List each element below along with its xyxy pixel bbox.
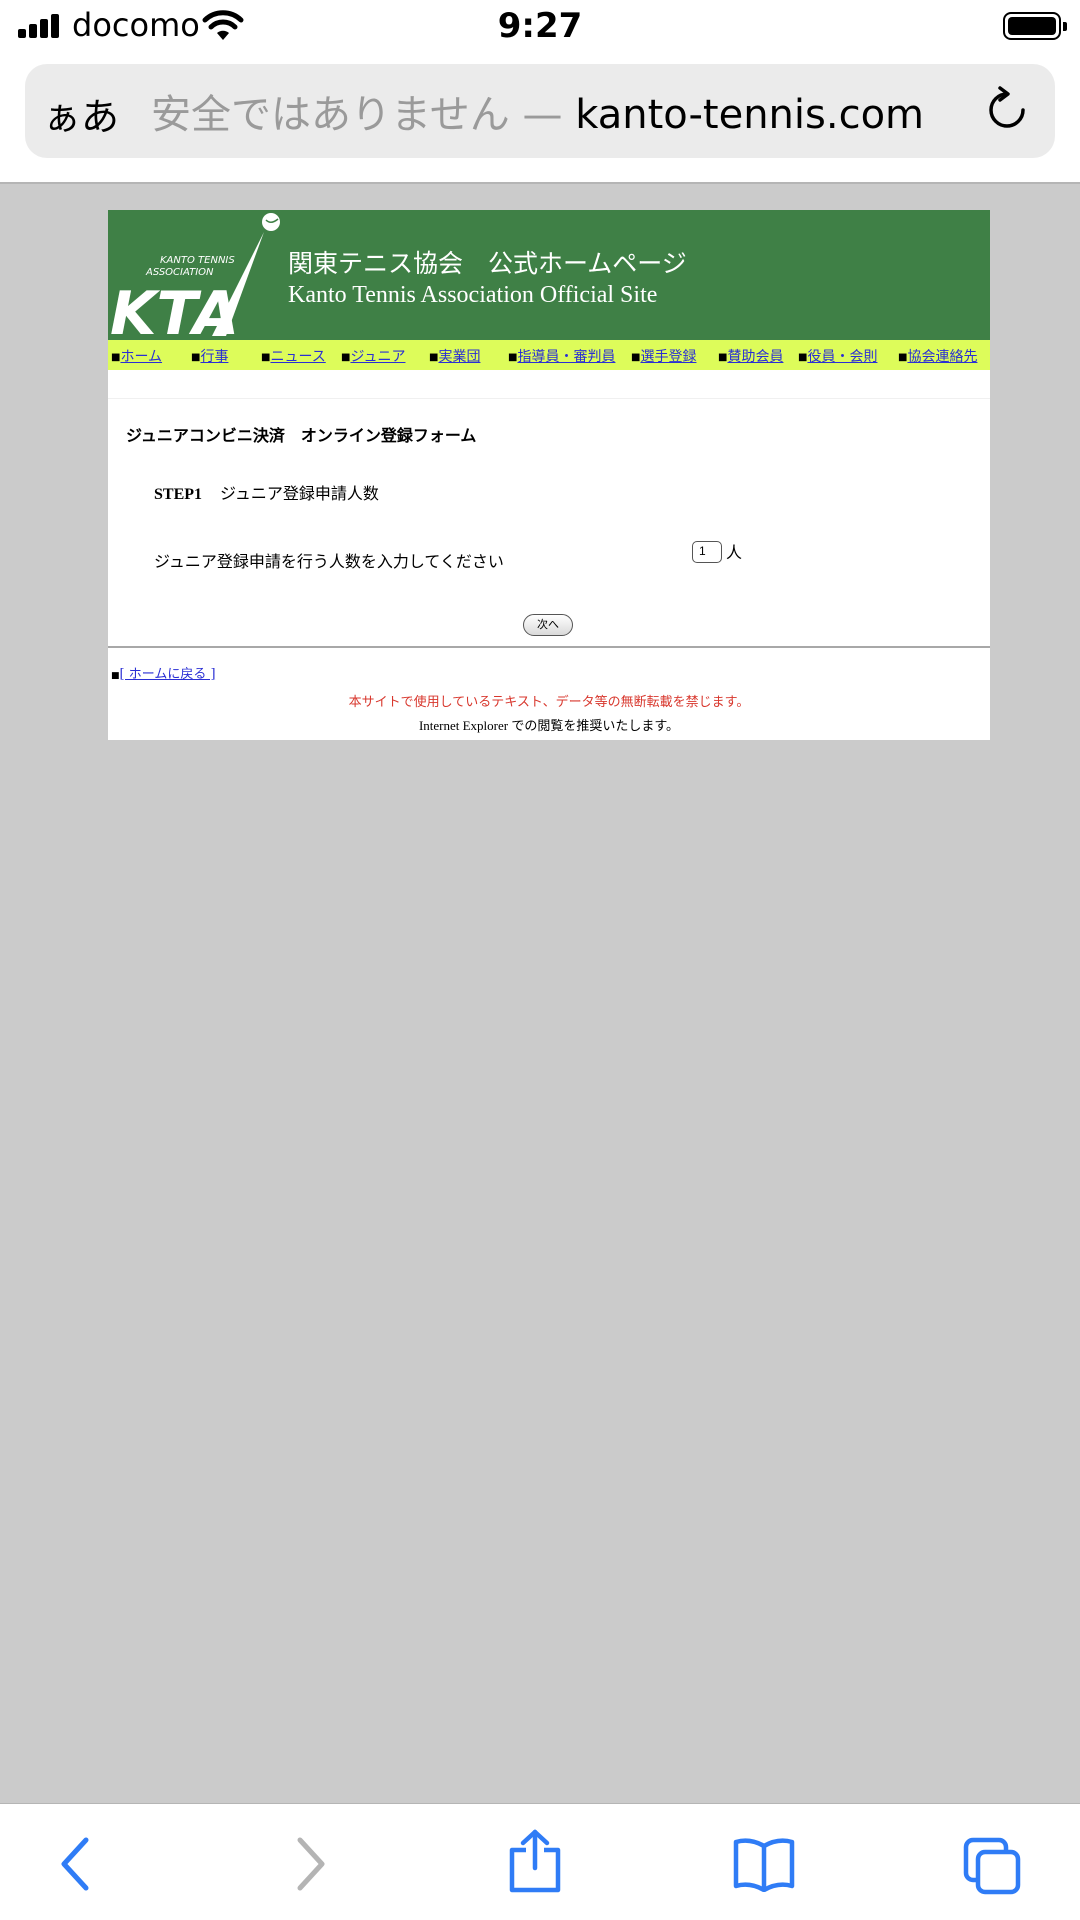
tabs-icon[interactable] [962, 1836, 1022, 1896]
svg-text:ASSOCIATION: ASSOCIATION [145, 267, 214, 278]
clock: 9:27 [497, 6, 583, 46]
nav-link[interactable]: 協会連絡先 [907, 349, 977, 365]
url-separator: — [522, 92, 563, 138]
nav-item-player-registration[interactable]: ■選手登録 [631, 346, 696, 366]
nav-item-events[interactable]: ■行事 [191, 346, 228, 366]
text-size-button[interactable]: ぁあ [43, 86, 119, 141]
form-title: ジュニアコンビニ決済 オンライン登録フォーム [126, 426, 477, 445]
nav-link[interactable]: 実業団 [438, 349, 480, 365]
divider [108, 398, 990, 399]
nav-link[interactable]: 賛助会員 [727, 349, 783, 365]
nav-link[interactable]: ジュニア [350, 349, 405, 365]
nav-link[interactable]: 選手登録 [640, 349, 696, 365]
count-prompt: ジュニア登録申請を行う人数を入力してください [154, 552, 504, 571]
chevron-right-icon[interactable] [290, 1836, 330, 1892]
nav-item-supporting-members[interactable]: ■賛助会員 [718, 346, 783, 366]
home-link-row: ■[ ホームに戻る ] [111, 667, 216, 682]
url-display[interactable]: 安全ではありません — kanto-tennis.com [151, 82, 924, 140]
nav-item-news[interactable]: ■ニュース [261, 346, 326, 366]
nav-link[interactable]: 役員・会則 [807, 349, 877, 365]
logo-small-text: KANTO TENNIS [160, 255, 235, 266]
kta-logo: KANTO TENNIS ASSOCIATION KTA [110, 213, 280, 340]
nav-link[interactable]: 行事 [200, 349, 228, 365]
divider [108, 646, 990, 648]
site-header-banner: KANTO TENNIS ASSOCIATION KTA 関東テニス協会 公式ホ… [108, 210, 990, 340]
browser-address-area: ぁあ 安全ではありません — kanto-tennis.com [0, 54, 1080, 184]
nav-link[interactable]: ホーム [120, 349, 162, 365]
address-bar[interactable]: ぁあ 安全ではありません — kanto-tennis.com [25, 64, 1055, 158]
logo-letters: KTA [110, 279, 239, 340]
book-icon[interactable] [732, 1836, 796, 1892]
battery-icon [1003, 12, 1067, 40]
nav-item-home[interactable]: ■ホーム [111, 346, 162, 366]
count-unit: 人 [726, 543, 743, 562]
browser-toolbar [0, 1803, 1080, 1920]
nav-link[interactable]: ニュース [270, 349, 325, 365]
back-to-home-link[interactable]: [ ホームに戻る ] [120, 667, 216, 682]
status-bar: docomo 9:27 [0, 0, 1080, 54]
recommended-browser-note: Internet Explorer での閲覧を推奨いたします。 [418, 718, 680, 733]
not-secure-warning: 安全ではありません [151, 92, 510, 138]
nav-item-officers-bylaws[interactable]: ■役員・会則 [798, 346, 877, 366]
nav-item-coaches-umpires[interactable]: ■指導員・審判員 [508, 346, 615, 366]
site-title-english: Kanto Tennis Association Official Site [288, 282, 658, 308]
chevron-left-icon[interactable] [56, 1836, 96, 1892]
nav-link[interactable]: 指導員・審判員 [517, 349, 615, 365]
share-icon[interactable] [508, 1828, 562, 1894]
applicant-count-input[interactable]: 1 [692, 541, 722, 563]
step-heading: STEP1 ジュニア登録申請人数 [154, 480, 379, 504]
nav-item-contact[interactable]: ■協会連絡先 [898, 346, 977, 366]
reload-icon[interactable] [985, 86, 1029, 134]
main-navigation: ■ホーム ■行事 ■ニュース ■ジュニア ■実業団 ■指導員・審判員 ■選手登録… [108, 340, 990, 370]
nav-item-junior[interactable]: ■ジュニア [341, 346, 405, 366]
site-title-japanese: 関東テニス協会 公式ホームページ [288, 249, 687, 278]
next-button[interactable]: 次へ [523, 614, 573, 636]
step-label: STEP1 [154, 486, 203, 503]
web-page: KANTO TENNIS ASSOCIATION KTA 関東テニス協会 公式ホ… [108, 210, 990, 740]
step-title: ジュニア登録申請人数 [220, 484, 379, 503]
copyright-notice: 本サイトで使用しているテキスト、データ等の無断転載を禁じます。 [348, 695, 750, 710]
nav-item-corporate[interactable]: ■実業団 [429, 346, 480, 366]
url-host: kanto-tennis.com [575, 92, 924, 138]
